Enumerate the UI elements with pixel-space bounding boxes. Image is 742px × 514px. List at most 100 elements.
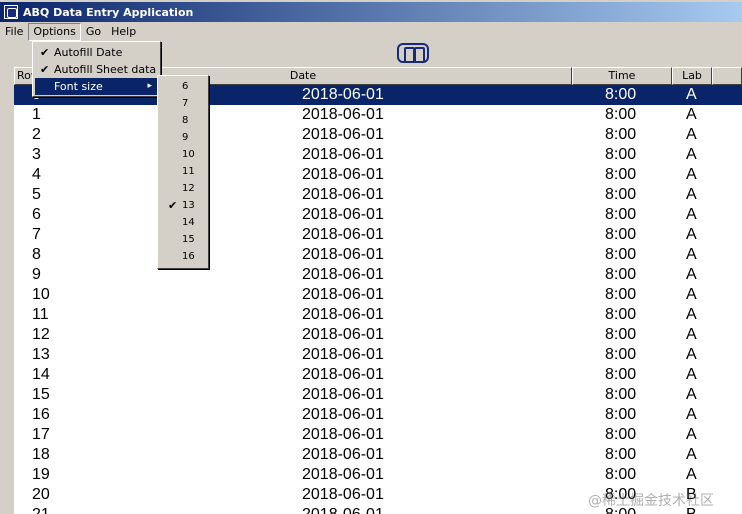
time-cell: 8:00 <box>605 466 637 483</box>
date-cell: 2018-06-01 <box>302 186 384 203</box>
font-size-item[interactable]: Font size ▸ <box>35 78 158 95</box>
row-number-cell: 14 <box>32 366 50 383</box>
font-size-label: 8 <box>182 115 189 126</box>
table-row[interactable]: 11 2018-06-01 8:00 A <box>14 305 742 325</box>
menu-go[interactable]: Go <box>81 23 106 41</box>
menu-bar: File Options Go Help <box>0 23 742 41</box>
menu-file[interactable]: File <box>0 23 28 41</box>
table-row[interactable]: 14 2018-06-01 8:00 A <box>14 365 742 385</box>
date-cell: 2018-06-01 <box>302 486 384 503</box>
font-size-option[interactable]: 15 <box>160 231 206 248</box>
menu-item-label: Autofill Sheet data <box>54 63 157 76</box>
submenu-arrow-icon: ▸ <box>147 81 152 91</box>
table-row[interactable]: 6 2018-06-01 8:00 A <box>14 205 742 225</box>
font-size-option[interactable]: 14 <box>160 214 206 231</box>
row-number-cell: 19 <box>32 466 50 483</box>
menu-item-label: Autofill Date <box>54 46 123 59</box>
time-cell: 8:00 <box>605 366 637 383</box>
date-cell: 2018-06-01 <box>302 126 384 143</box>
time-cell: 8:00 <box>605 246 637 263</box>
font-size-option[interactable]: ✔ 13 <box>160 197 206 214</box>
time-cell: 8:00 <box>605 126 637 143</box>
table-row[interactable]: 18 2018-06-01 8:00 A <box>14 445 742 465</box>
header-time[interactable]: Time <box>572 67 672 85</box>
table-row[interactable]: 7 2018-06-01 8:00 A <box>14 225 742 245</box>
header-lab[interactable]: Lab <box>672 67 712 85</box>
font-size-label: 12 <box>182 183 195 194</box>
table-row[interactable]: 19 2018-06-01 8:00 A <box>14 465 742 485</box>
row-number-cell: 21 <box>32 505 50 514</box>
lab-cell: A <box>686 226 697 243</box>
time-cell: 8:00 <box>605 326 637 343</box>
font-size-label: 14 <box>182 217 195 228</box>
table-row[interactable]: 16 2018-06-01 8:00 A <box>14 405 742 425</box>
font-size-option[interactable]: 11 <box>160 163 206 180</box>
date-cell: 2018-06-01 <box>302 446 384 463</box>
autofill-sheet-data-item[interactable]: ✔ Autofill Sheet data <box>35 61 158 78</box>
font-size-option[interactable]: 6 <box>160 78 206 95</box>
row-number-cell: 9 <box>32 266 41 283</box>
menu-item-label: Font size <box>54 80 103 93</box>
lab-cell: A <box>686 246 697 263</box>
lab-cell: A <box>686 446 697 463</box>
lab-cell: A <box>686 306 697 323</box>
font-size-label: 11 <box>182 166 195 177</box>
table-row[interactable]: 12 2018-06-01 8:00 A <box>14 325 742 345</box>
date-cell: 2018-06-01 <box>302 386 384 403</box>
font-size-option[interactable]: 7 <box>160 95 206 112</box>
font-size-option[interactable]: 10 <box>160 146 206 163</box>
table-row[interactable]: 4 2018-06-01 8:00 A <box>14 165 742 185</box>
date-cell: 2018-06-01 <box>302 286 384 303</box>
table-row[interactable]: 3 2018-06-01 8:00 A <box>14 145 742 165</box>
lab-cell: A <box>686 206 697 223</box>
font-size-option[interactable]: 8 <box>160 112 206 129</box>
time-cell: 8:00 <box>605 346 637 363</box>
table-row[interactable]: 17 2018-06-01 8:00 A <box>14 425 742 445</box>
time-cell: 8:00 <box>605 226 637 243</box>
time-cell: 8:00 <box>605 286 637 303</box>
table-row[interactable]: 2 2018-06-01 8:00 A <box>14 125 742 145</box>
time-cell: 8:00 <box>605 146 637 163</box>
time-cell: 8:00 <box>605 166 637 183</box>
lab-cell: A <box>686 106 697 123</box>
options-dropdown: ✔ Autofill Date ✔ Autofill Sheet data Fo… <box>32 41 161 97</box>
records-table: Row Date Time Lab 02018-06-018:00A12018-… <box>14 67 742 514</box>
table-row[interactable]: 15 2018-06-01 8:00 A <box>14 385 742 405</box>
row-number-cell: 12 <box>32 326 50 343</box>
date-cell: 2018-06-01 <box>302 366 384 383</box>
row-number-cell: 20 <box>32 486 50 503</box>
table-row[interactable]: 10 2018-06-01 8:00 A <box>14 285 742 305</box>
lab-cell: A <box>686 386 697 403</box>
table-row[interactable]: 8 2018-06-01 8:00 A <box>14 245 742 265</box>
row-number-cell: 4 <box>32 166 41 183</box>
window-title: ABQ Data Entry Application <box>23 5 194 19</box>
time-cell: 8:00 <box>605 206 637 223</box>
menu-help[interactable]: Help <box>106 23 141 41</box>
menu-options[interactable]: Options <box>28 23 81 41</box>
title-bar[interactable]: ABQ Data Entry Application <box>0 2 742 22</box>
lab-cell: A <box>686 126 697 143</box>
application-window: ABQ Data Entry Application File Options … <box>0 0 742 514</box>
date-cell: 2018-06-01 <box>302 466 384 483</box>
table-row[interactable]: 1 2018-06-01 8:00 A <box>14 105 742 125</box>
row-number-cell: 6 <box>32 206 41 223</box>
autofill-date-item[interactable]: ✔ Autofill Date <box>35 44 158 61</box>
time-cell: 8:00 <box>605 306 637 323</box>
row-number-cell: 1 <box>32 106 41 123</box>
table-row[interactable]: 9 2018-06-01 8:00 A <box>14 265 742 285</box>
header-row[interactable]: Row <box>14 67 34 85</box>
table-row[interactable]: 5 2018-06-01 8:00 A <box>14 185 742 205</box>
check-icon: ✔ <box>168 199 178 212</box>
font-size-option[interactable]: 16 <box>160 248 206 265</box>
row-number-cell: 3 <box>32 146 41 163</box>
date-cell: 2018-06-01 <box>302 505 384 514</box>
date-cell: 2018-06-01 <box>302 306 384 323</box>
table-row[interactable]: 13 2018-06-01 8:00 A <box>14 345 742 365</box>
date-cell: 2018-06-01 <box>302 326 384 343</box>
font-size-option[interactable]: 9 <box>160 129 206 146</box>
time-cell: 8:00 <box>605 446 637 463</box>
font-size-label: 15 <box>182 234 195 245</box>
lab-cell: A <box>686 266 697 283</box>
row-number-cell: 8 <box>32 246 41 263</box>
font-size-option[interactable]: 12 <box>160 180 206 197</box>
